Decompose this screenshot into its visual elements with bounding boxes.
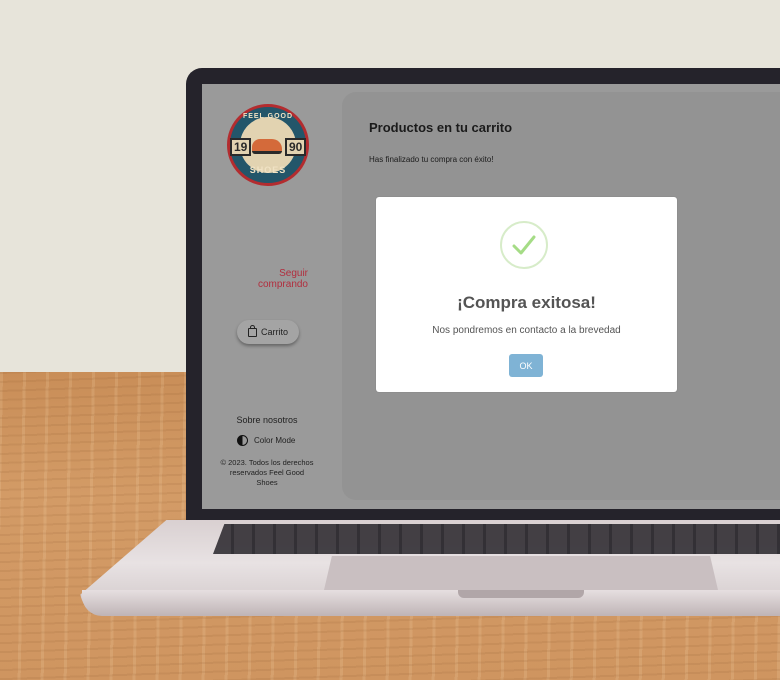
copyright-text: © 2023. Todos los derechos reservados Fe… [220,458,314,487]
logo-bottom-text: SHOES [249,165,287,175]
laptop-front-edge [82,590,780,616]
laptop-screen: FEEL GOOD 19 90 SHOES Seguir comprando C… [202,84,780,509]
success-modal: ¡Compra exitosa! Nos pondremos en contac… [376,197,677,392]
laptop-keyboard [213,524,780,554]
modal-title: ¡Compra exitosa! [457,293,596,312]
sidebar: FEEL GOOD 19 90 SHOES Seguir comprando C… [202,84,342,509]
modal-message: Nos pondremos en contacto a la brevedad [432,325,621,336]
about-link[interactable]: Sobre nosotros [202,415,332,425]
ok-button[interactable]: OK [509,354,543,377]
color-mode-label: Color Mode [254,436,296,445]
logo-top-text: FEEL GOOD [242,113,294,120]
laptop-notch [458,590,584,598]
brand-logo[interactable]: FEEL GOOD 19 90 SHOES [227,104,309,186]
logo-year-right: 90 [285,138,307,156]
page-subtitle: Has finalizado tu compra con éxito! [369,155,494,164]
logo-year-left: 19 [230,138,252,156]
color-mode-toggle[interactable]: Color Mode [237,435,295,446]
shoe-icon [252,139,282,154]
cart-button-label: Carrito [260,327,288,337]
success-check-icon [500,221,548,269]
page-title: Productos en tu carrito [369,120,513,135]
shopping-bag-icon [247,324,257,337]
cart-button[interactable]: Carrito [237,320,299,344]
continue-shopping-link[interactable]: Seguir comprando [238,268,308,290]
laptop-trackpad [324,556,718,590]
contrast-icon [237,435,248,446]
